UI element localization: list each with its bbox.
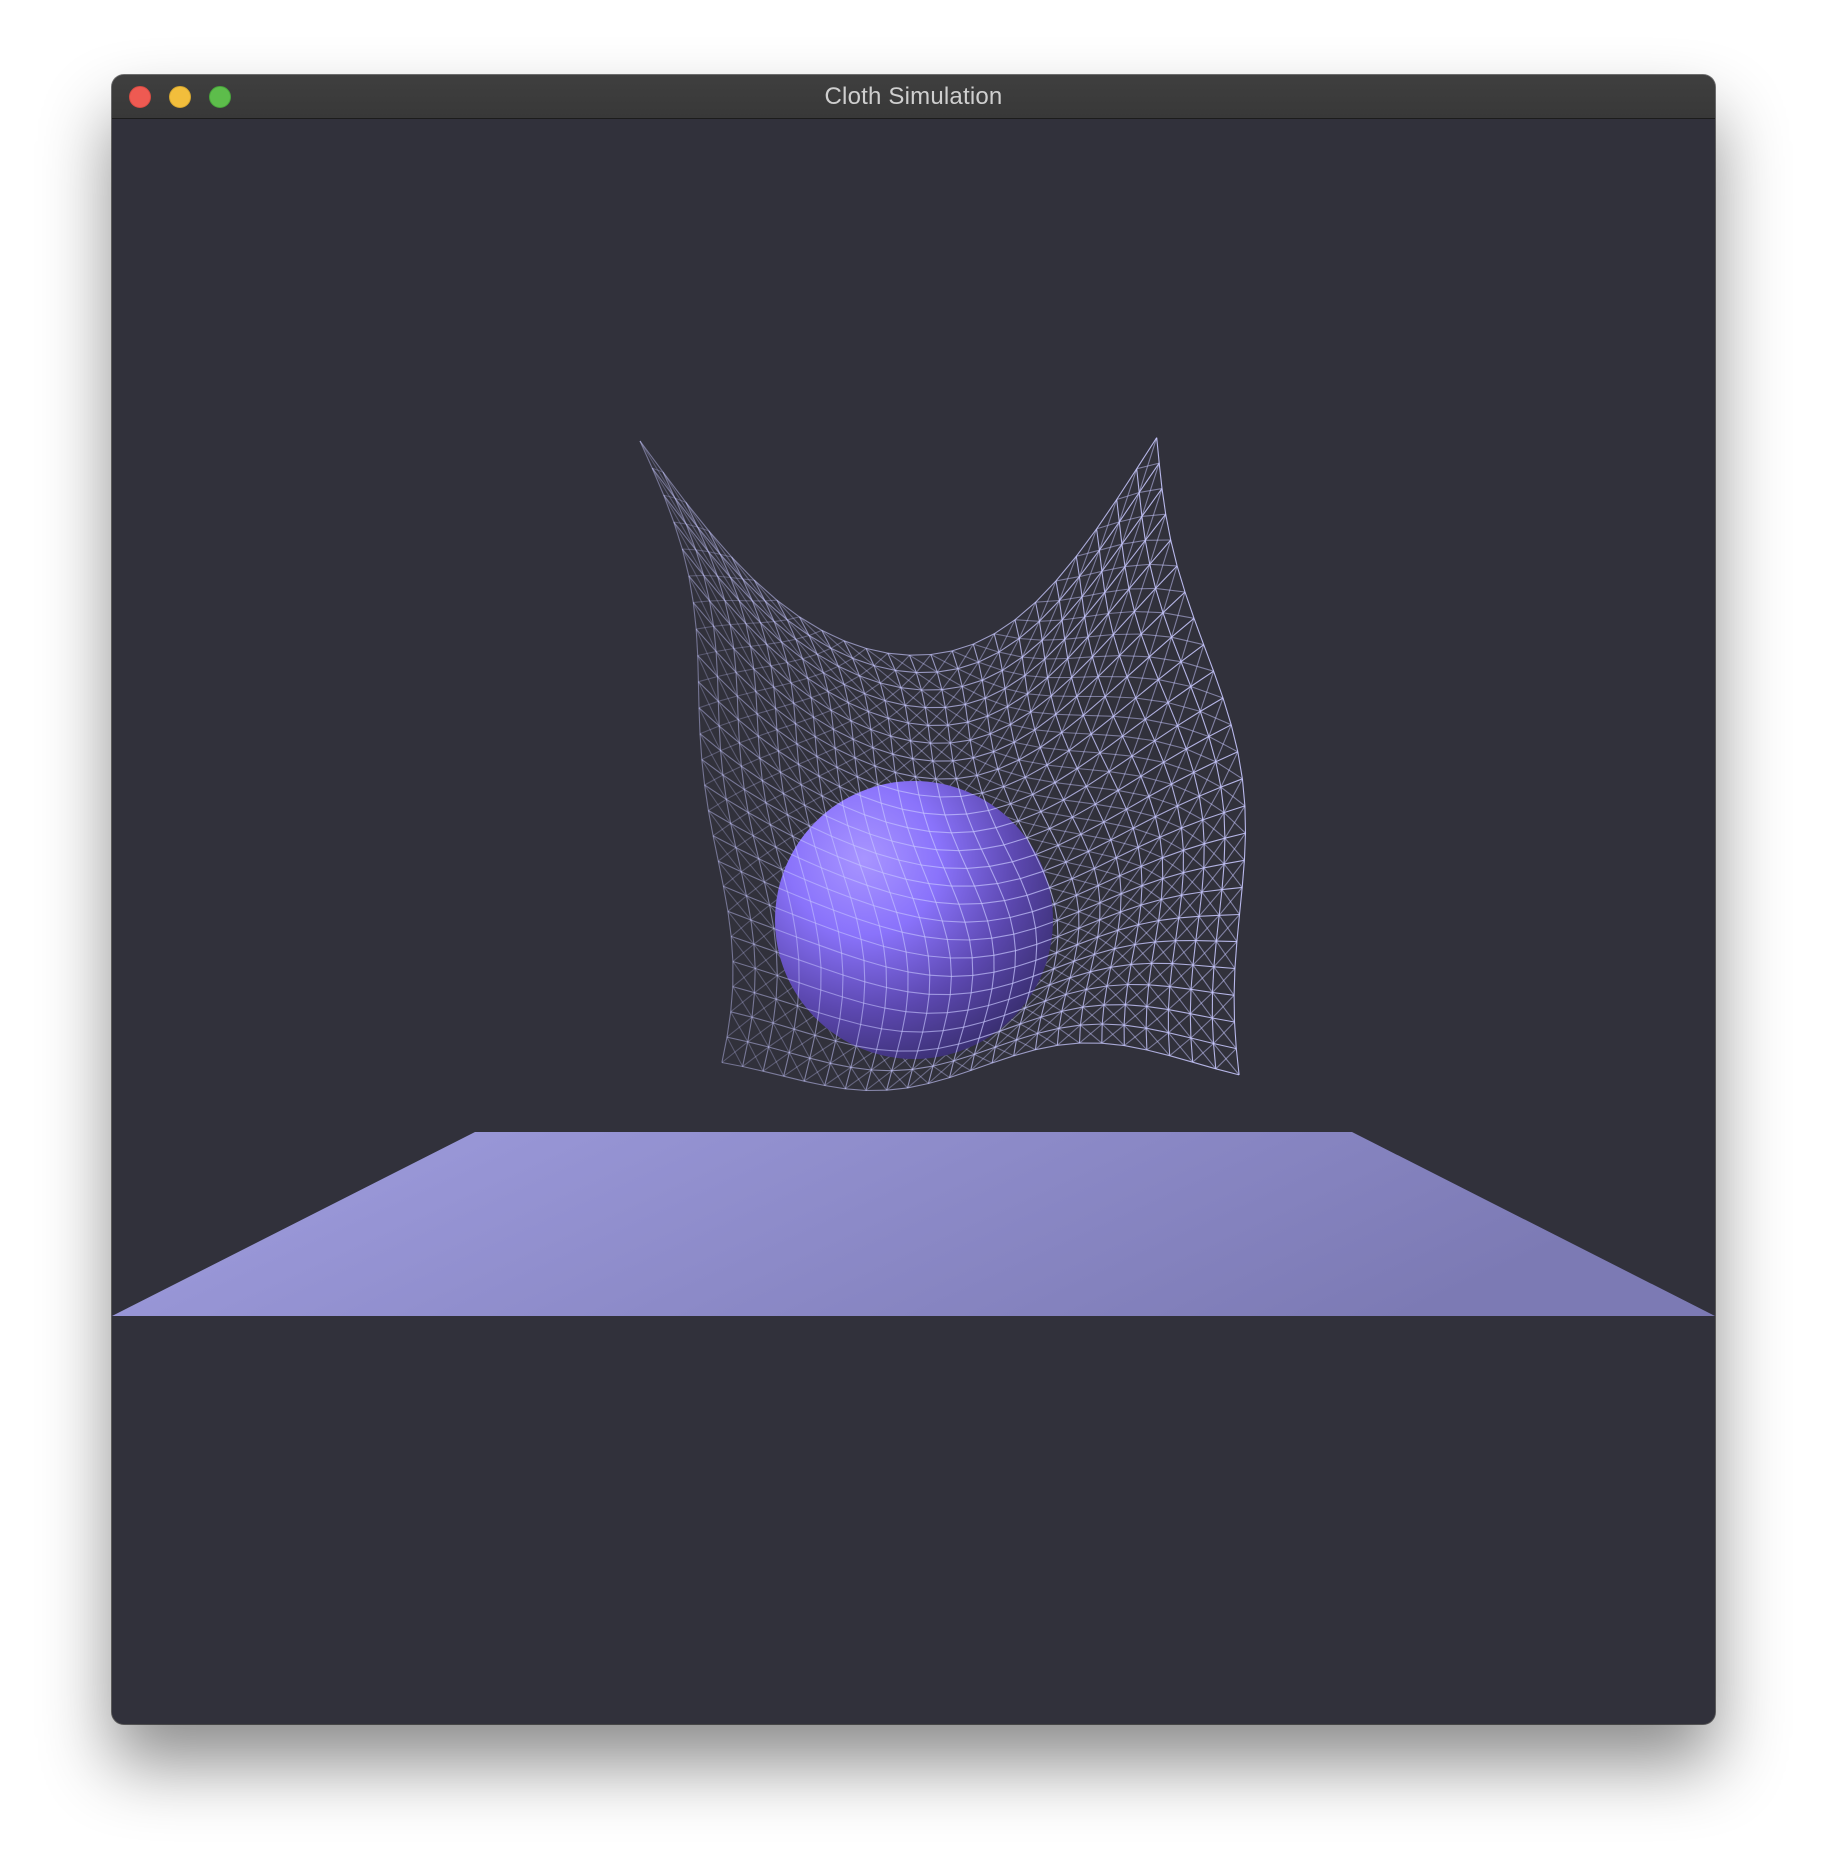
cloth-edge	[916, 671, 938, 674]
cloth-edge	[958, 903, 982, 905]
cloth-edge	[1195, 940, 1217, 942]
cloth-edge	[688, 574, 704, 577]
cloth-edge	[697, 681, 700, 708]
scene-canvas	[112, 119, 1715, 1724]
app-window: Cloth Simulation	[112, 75, 1715, 1724]
cloth-edge	[753, 968, 756, 993]
cloth-edge	[1056, 920, 1059, 937]
cloth-edge	[1145, 1006, 1148, 1029]
title-bar[interactable]: Cloth Simulation	[112, 75, 1715, 119]
cloth-edge	[697, 655, 699, 682]
cloth-edge	[947, 938, 970, 941]
cloth-edge	[943, 867, 967, 869]
window-title: Cloth Simulation	[824, 83, 1003, 110]
cloth-edge	[926, 1012, 948, 1014]
cloth-edge	[1189, 1013, 1192, 1039]
cloth-edge	[928, 975, 931, 995]
cloth-edge	[1189, 989, 1192, 1014]
cloth-edge	[939, 795, 961, 798]
cloth-edge	[1119, 893, 1122, 913]
cloth-edge	[971, 957, 974, 976]
cloth-edge	[1014, 950, 1017, 968]
cloth-edge	[1216, 940, 1237, 943]
cloth-edge	[871, 1069, 892, 1072]
cloth-edge	[841, 974, 844, 997]
cloth-edge	[909, 653, 931, 656]
cloth-edge	[764, 599, 777, 602]
cloth-edge	[1244, 805, 1247, 834]
cloth-edge	[902, 1030, 923, 1033]
render-viewport[interactable]	[112, 119, 1715, 1724]
